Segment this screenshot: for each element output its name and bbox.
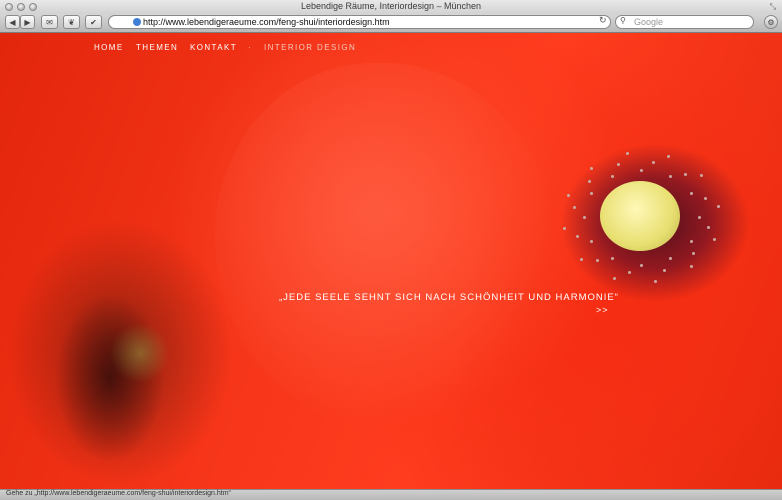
settings-gear-icon[interactable]: ⚙ — [764, 15, 778, 29]
leaf-icon: ❦ — [68, 17, 75, 27]
nav-kontakt[interactable]: KONTAKT — [190, 43, 237, 52]
stamen — [588, 179, 592, 183]
fullscreen-icon[interactable]: ⤡ — [770, 2, 776, 12]
stamen — [683, 173, 687, 177]
nav-themen[interactable]: THEMEN — [136, 43, 178, 52]
mail-button[interactable]: ✉ — [41, 15, 58, 29]
stamen — [653, 279, 657, 283]
stamen — [663, 268, 667, 272]
nav-interior-design[interactable]: INTERIOR DESIGN — [264, 43, 356, 52]
stamen — [668, 174, 672, 178]
stamen — [582, 216, 586, 219]
poppy-stigma — [600, 181, 680, 251]
stamen — [613, 276, 617, 280]
nav-separator: · — [248, 43, 253, 52]
back-arrow-icon: ◀ — [9, 17, 16, 27]
background-poppy-highlight — [110, 323, 170, 383]
back-button[interactable]: ◀ — [5, 15, 20, 29]
bookmark-button[interactable]: ❦ — [63, 15, 80, 29]
nav-home[interactable]: HOME — [94, 43, 124, 52]
poppy-petal — [215, 63, 555, 433]
stamen — [689, 239, 693, 243]
reload-icon[interactable]: ↻ — [599, 15, 607, 26]
browser-toolbar: ◀ ▶ ✉ ❦ ✔ + http://www.lebendigeraeume.c… — [0, 14, 782, 33]
checkmark-icon: ✔ — [90, 17, 97, 27]
address-bar[interactable]: http://www.lebendigeraeume.com/feng-shui… — [108, 15, 611, 29]
search-field[interactable]: ⚲ Google — [615, 15, 754, 29]
stamen — [697, 216, 701, 219]
stamen — [590, 239, 594, 243]
status-text: Gehe zu „http://www.lebendigeraeume.com/… — [6, 490, 231, 497]
stamen — [589, 166, 593, 170]
forward-button[interactable]: ▶ — [20, 15, 35, 29]
hero-quote: „JEDE SEELE SEHNT SICH NACH SCHÖNHEIT UN… — [279, 292, 619, 303]
stamen — [640, 168, 643, 172]
stamen — [640, 263, 643, 267]
stamen — [580, 257, 584, 261]
stamen — [566, 193, 570, 197]
page-content: HOME THEMEN KONTAKT · INTERIOR DESIGN „J… — [0, 33, 782, 489]
stamen — [651, 160, 655, 164]
url-text[interactable]: http://www.lebendigeraeume.com/feng-shui… — [143, 17, 390, 27]
status-bar: Gehe zu „http://www.lebendigeraeume.com/… — [0, 489, 782, 500]
search-placeholder: Google — [634, 17, 664, 27]
stamen — [706, 225, 710, 229]
window-title: Lebendige Räume, Interiordesign – Münche… — [300, 1, 482, 11]
more-link[interactable]: >> — [596, 305, 609, 315]
stamen — [691, 252, 695, 256]
search-icon: ⚲ — [620, 16, 626, 25]
forward-arrow-icon: ▶ — [24, 17, 31, 27]
stamen — [703, 196, 707, 200]
globe-icon — [133, 18, 141, 26]
window-titlebar: Lebendige Räume, Interiordesign – Münche… — [0, 0, 782, 14]
stamen — [717, 204, 720, 208]
checkmark-button[interactable]: ✔ — [85, 15, 102, 29]
envelope-icon: ✉ — [46, 17, 53, 27]
stamen — [668, 257, 672, 261]
